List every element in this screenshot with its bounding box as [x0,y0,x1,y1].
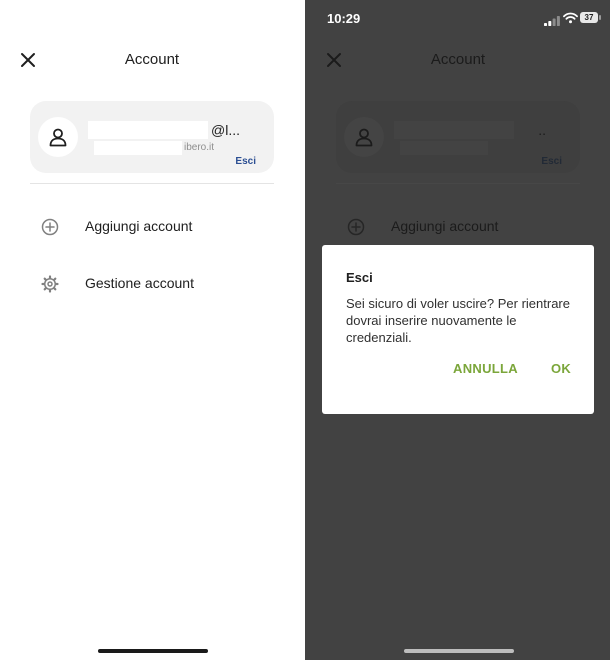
avatar [344,117,384,157]
page-title: Account [430,51,486,68]
redacted-area [394,121,514,139]
menu-item-label: Aggiungi account [85,218,193,234]
page-title: Account [124,51,180,68]
cellular-signal-icon [544,13,560,31]
close-icon[interactable] [18,50,38,70]
divider [30,183,274,184]
gear-icon [40,274,60,294]
avatar [38,117,78,157]
account-email: .. [394,121,546,139]
add-circle-icon [40,217,60,237]
cancel-button[interactable]: ANNULLA [453,361,518,376]
battery-icon: 37 [580,12,601,23]
redacted-area [94,141,182,155]
dialog-message: Sei sicuro di voler uscire? Per rientrar… [346,296,570,345]
menu-item-add-account[interactable]: Aggiungi account [346,210,566,244]
account-email-domain: ibero.it [94,141,214,155]
menu-item-label: Gestione account [85,275,194,291]
account-email-text: .. [538,122,546,138]
battery-percent: 37 [584,13,594,22]
battery-tip [599,15,601,20]
status-time: 10:29 [327,11,361,26]
menu-item-add-account[interactable]: Aggiungi account [40,210,260,244]
wifi-icon [563,11,578,29]
menu-item-manage-account[interactable]: Gestione account [40,267,260,301]
logout-link[interactable]: Esci [541,156,562,167]
account-screen-left: Account @l... ibero.it Esci Aggiungi acc… [0,0,305,660]
divider [336,183,580,184]
logout-link[interactable]: Esci [235,156,256,167]
account-domain-text: ibero.it [183,142,214,153]
account-card[interactable]: @l... ibero.it Esci [30,101,274,173]
close-icon[interactable] [324,50,344,70]
status-bar: 10:29 37 [305,0,610,36]
account-screen-right: 10:29 37 Account .. Esci Aggiungi accoun… [305,0,610,660]
redacted-area [400,141,488,155]
logout-confirm-dialog: Esci Sei sicuro di voler uscire? Per rie… [322,245,594,414]
dialog-title: Esci [346,270,373,285]
redacted-area [88,121,208,139]
account-email-domain [400,141,520,155]
account-email-text: @l... [211,122,240,138]
ok-button[interactable]: OK [551,361,571,376]
account-card[interactable]: .. Esci [336,101,580,173]
home-indicator[interactable] [98,649,208,653]
menu-item-label: Aggiungi account [391,218,499,234]
home-indicator[interactable] [404,649,514,653]
account-email: @l... [88,121,240,139]
add-circle-icon [346,217,366,237]
